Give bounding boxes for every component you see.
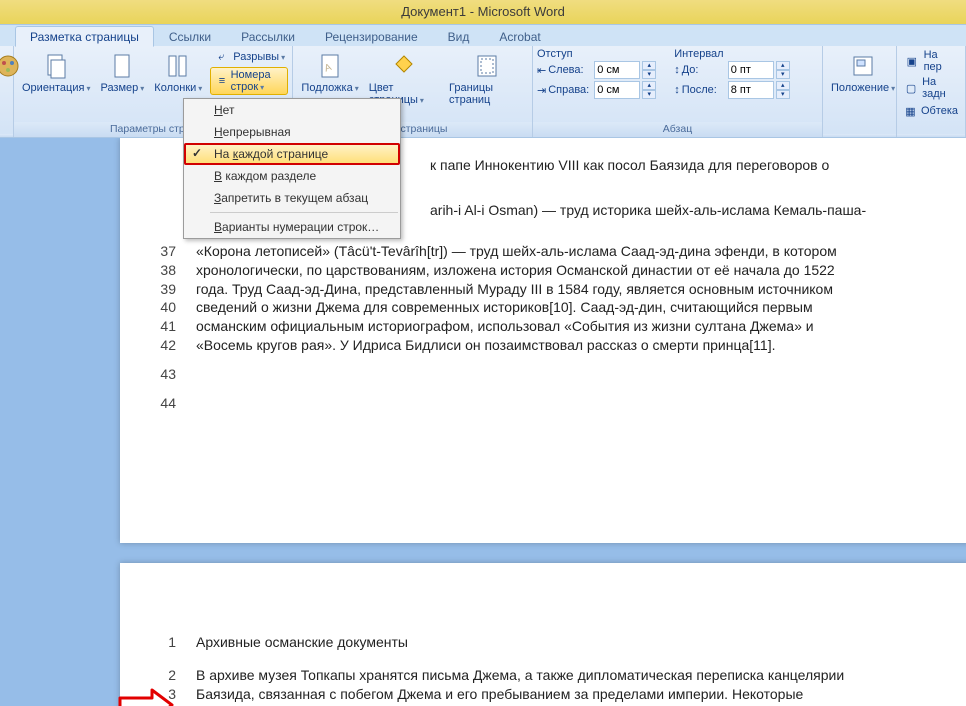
size-button[interactable]: Размер (96, 48, 148, 96)
indent-right-icon: ⇥ (537, 84, 546, 97)
tab-page-layout[interactable]: Разметка страницы (15, 26, 154, 47)
tab-mailings[interactable]: Рассылки (226, 26, 310, 47)
tab-view[interactable]: Вид (433, 26, 485, 47)
themes-button[interactable] (4, 48, 12, 84)
ribbon: Ориентация Размер Колонки ⤶Разрывы ≡Номе… (0, 46, 966, 138)
text-line: хронологически, по царствованиям, изложе… (196, 261, 940, 280)
text-line: сведений о жизни Джема для современных и… (196, 298, 940, 317)
heading: Архивные османские документы (196, 633, 940, 652)
ribbon-tabs: Разметка страницы Ссылки Рассылки Реценз… (0, 24, 966, 46)
up-icon[interactable]: ▴ (642, 81, 656, 90)
orientation-button[interactable]: Ориентация (18, 48, 94, 96)
size-icon (106, 50, 138, 82)
page-color-icon (388, 50, 420, 82)
down-icon[interactable]: ▾ (642, 70, 656, 79)
text-line: «Восемь кругов рая». У Идриса Бидлиси он… (196, 336, 940, 355)
spacing-after-icon: ↕ (674, 84, 680, 96)
page-borders-button[interactable]: Границы страниц (445, 48, 528, 108)
breaks-icon: ⤶ (213, 49, 229, 65)
watermark-icon: A (314, 50, 346, 82)
front-icon: ▣ (904, 53, 920, 69)
up-icon[interactable]: ▴ (776, 81, 790, 90)
text-fragment: к папе Иннокентию VIII как посол Баязида… (430, 156, 940, 175)
position-button[interactable]: Положение (827, 48, 899, 96)
line-numbers-menu: Нет Непрерывная ✓На каждой странице В ка… (183, 98, 401, 239)
indent-right-input[interactable] (594, 81, 640, 99)
tab-review[interactable]: Рецензирование (310, 26, 433, 47)
spacing-after[interactable]: ↕После:▴▾ (674, 81, 790, 99)
wrap-icon: ▦ (904, 103, 917, 119)
line-number: 43 (150, 365, 176, 384)
text-line: года. Труд Саад-эд-Дина, представленный … (196, 280, 940, 299)
menu-each-page[interactable]: ✓На каждой странице (184, 143, 400, 165)
line-number: 1 (150, 633, 176, 652)
group-paragraph-label: Абзац (533, 122, 822, 137)
text-line: В архиве музея Топкапы хранятся письма Д… (196, 666, 940, 685)
position-icon (847, 50, 879, 82)
text-line: «Корона летописей» (Tâcü't-Tevârîh[tr]) … (196, 242, 940, 261)
text-wrap-button[interactable]: ▦Обтека (901, 102, 961, 120)
up-icon[interactable]: ▴ (776, 61, 790, 70)
down-icon[interactable]: ▾ (776, 90, 790, 99)
columns-icon (162, 50, 194, 82)
line-numbers-button[interactable]: ≡Номера строк (210, 67, 288, 95)
indent-right[interactable]: ⇥Справа:▴▾ (537, 81, 656, 99)
arrow-annotation (118, 688, 174, 706)
titlebar: Документ1 - Microsoft Word (0, 0, 966, 24)
group-arrange-label (897, 134, 965, 137)
breaks-button[interactable]: ⤶Разрывы (210, 48, 288, 66)
indent-left-input[interactable] (594, 61, 640, 79)
spacing-before[interactable]: ↕До:▴▾ (674, 61, 790, 79)
bring-front-button[interactable]: ▣На пер (901, 48, 961, 74)
line-numbers-icon: ≡ (217, 73, 226, 89)
menu-options[interactable]: Варианты нумерации строк… (184, 216, 400, 238)
tab-acrobat[interactable]: Acrobat (484, 26, 555, 47)
check-icon: ✓ (192, 146, 202, 160)
up-icon[interactable]: ▴ (642, 61, 656, 70)
text-line: Баязида, связанная с побегом Джема и его… (196, 685, 940, 704)
line-number: 41 (150, 317, 176, 336)
back-icon: ▢ (904, 80, 918, 96)
group-position-label (823, 134, 896, 137)
menu-none[interactable]: Нет (184, 99, 400, 121)
indent-label: Отступ (537, 48, 656, 60)
line-number: 39 (150, 280, 176, 299)
columns-button[interactable]: Колонки (150, 48, 206, 96)
borders-icon (471, 50, 503, 82)
spacing-before-icon: ↕ (674, 64, 680, 76)
spacing-after-input[interactable] (728, 81, 774, 99)
indent-left[interactable]: ⇤Слева:▴▾ (537, 61, 656, 79)
line-number: 37 (150, 242, 176, 261)
line-number: 40 (150, 298, 176, 317)
menu-continuous[interactable]: Непрерывная (184, 121, 400, 143)
document-area[interactable]: к папе Иннокентию VIII как посол Баязида… (0, 138, 966, 706)
down-icon[interactable]: ▾ (776, 70, 790, 79)
line-number: 2 (150, 666, 176, 685)
text-line: османским официальным историографом, исп… (196, 317, 940, 336)
group-themes-label (0, 134, 13, 137)
line-number: 44 (150, 394, 176, 413)
tab-references[interactable]: Ссылки (154, 26, 226, 47)
menu-each-section[interactable]: В каждом разделе (184, 165, 400, 187)
menu-suppress[interactable]: Запретить в текущем абзац (184, 187, 400, 209)
line-number: 38 (150, 261, 176, 280)
indent-left-icon: ⇤ (537, 64, 546, 77)
text-fragment: arih-i Al-i Osman) — труд историка шейх-… (430, 201, 940, 220)
down-icon[interactable]: ▾ (642, 90, 656, 99)
line-number: 42 (150, 336, 176, 355)
spacing-label: Интервал (674, 48, 790, 60)
orientation-icon (40, 50, 72, 82)
page-2[interactable]: 1 Архивные османские документы 2 В архиве … (120, 563, 966, 706)
spacing-before-input[interactable] (728, 61, 774, 79)
menu-separator (210, 212, 398, 213)
send-back-button[interactable]: ▢На задн (901, 75, 961, 101)
